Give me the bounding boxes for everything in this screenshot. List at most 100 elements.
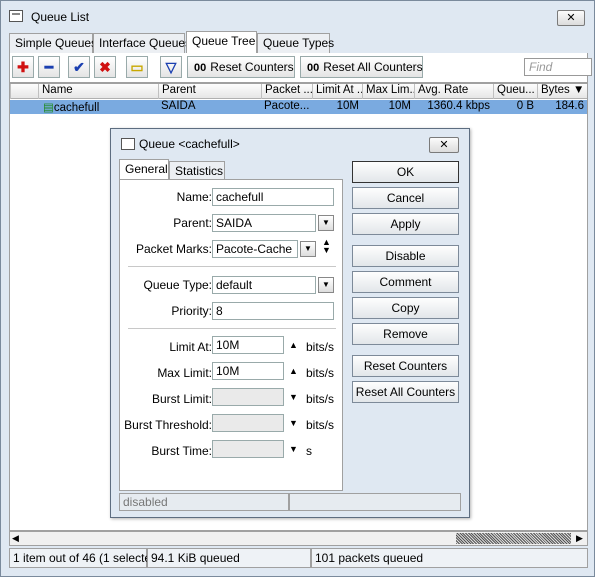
limit-at-label: Limit At: <box>169 340 212 354</box>
limit-at-expand-icon[interactable]: ▲ <box>289 340 298 350</box>
burst-time-label: Burst Time: <box>151 444 212 458</box>
column-bytes[interactable]: Bytes ▼ <box>537 84 587 99</box>
ok-button[interactable]: OK <box>352 161 459 183</box>
table-row[interactable]: ▤cachefull SAIDA Pacote... 10M 10M 1360.… <box>10 100 587 114</box>
burst-limit-expand-icon[interactable]: ▼ <box>289 392 298 402</box>
max-limit-label: Max Limit: <box>157 366 212 380</box>
row-parent: SAIDA <box>161 100 196 112</box>
table-header: Name Parent Packet ... Limit At ... Max … <box>10 84 587 99</box>
row-max-limit: 10M <box>388 100 411 112</box>
limit-at-unit: bits/s <box>306 340 335 354</box>
close-button[interactable]: ✕ <box>557 10 585 26</box>
status-count: 1 item out of 46 (1 selected) <box>9 548 162 568</box>
burst-limit-unit: bits/s <box>306 392 335 406</box>
enable-icon[interactable]: ✔ <box>68 56 90 78</box>
dialog-icon <box>121 138 135 150</box>
column-max-limit[interactable]: Max Lim... <box>362 84 414 99</box>
burst-limit-label: Burst Limit: <box>151 392 212 406</box>
parent-dropdown-icon[interactable]: ▼ <box>318 215 334 231</box>
horizontal-scrollbar[interactable]: ◀ ▶ <box>9 531 588 546</box>
scroll-thumb[interactable] <box>456 533 571 544</box>
reset-counters-label: Reset Counters <box>210 60 294 74</box>
burst-limit-field[interactable] <box>212 388 284 406</box>
remove-button[interactable]: Remove <box>352 323 459 345</box>
burst-threshold-expand-icon[interactable]: ▼ <box>289 418 298 428</box>
tab-queue-tree[interactable]: Queue Tree <box>186 31 257 53</box>
name-label: Name: <box>176 190 212 204</box>
column-parent[interactable]: Parent <box>158 84 261 99</box>
burst-threshold-label: Burst Threshold: <box>124 418 212 432</box>
row-queued: 0 B <box>516 100 534 112</box>
queue-dialog: Queue <cachefull> ✕ General Statistics N… <box>110 128 470 518</box>
queue-icon: ▤ <box>43 102 54 114</box>
window-title: Queue List <box>31 10 90 24</box>
burst-time-unit: s <box>306 444 312 458</box>
scroll-left-icon[interactable]: ◀ <box>12 533 19 544</box>
max-limit-unit: bits/s <box>306 366 335 380</box>
packet-marks-updown-icon[interactable]: ▲ ▼ <box>322 238 331 255</box>
title-bar[interactable]: Queue List ✕ <box>1 1 594 33</box>
column-limit-at[interactable]: Limit At ... <box>312 84 362 99</box>
priority-label: Priority: <box>171 304 212 318</box>
packet-marks-label: Packet Marks: <box>135 242 212 256</box>
column-avg-rate[interactable]: Avg. Rate <box>414 84 493 99</box>
divider <box>128 328 336 329</box>
scroll-right-icon[interactable]: ▶ <box>576 533 583 544</box>
dialog-status-extra <box>289 493 461 511</box>
max-limit-field[interactable]: 10M <box>212 362 284 380</box>
tab-statistics[interactable]: Statistics <box>169 161 225 179</box>
row-bytes: 184.6 <box>555 100 584 112</box>
parent-label: Parent: <box>173 216 212 230</box>
packet-marks-select[interactable]: Pacote-Cache <box>212 240 298 258</box>
column-packet-marks[interactable]: Packet ... <box>261 84 312 99</box>
add-icon[interactable]: ✚ <box>12 56 34 78</box>
cancel-button[interactable]: Cancel <box>352 187 459 209</box>
row-packet-marks: Pacote... <box>264 100 310 112</box>
find-input[interactable]: Find <box>524 58 592 76</box>
dialog-title: Queue <cachefull> <box>139 137 240 151</box>
comment-icon[interactable]: ▭ <box>126 56 148 78</box>
dialog-close-button[interactable]: ✕ <box>429 137 459 153</box>
filter-icon[interactable]: ▽ <box>160 56 182 78</box>
name-field[interactable]: cachefull <box>212 188 334 206</box>
burst-time-field[interactable] <box>212 440 284 458</box>
burst-threshold-unit: bits/s <box>306 418 335 432</box>
disable-icon[interactable]: ✖ <box>94 56 116 78</box>
tab-general[interactable]: General <box>119 159 169 179</box>
comment-button[interactable]: Comment <box>352 271 459 293</box>
parent-select[interactable]: SAIDA <box>212 214 316 232</box>
copy-button[interactable]: Copy <box>352 297 459 319</box>
packet-marks-dropdown-icon[interactable]: ▼ <box>300 241 316 257</box>
reset-counters-button[interactable]: 00 Reset Counters <box>187 56 295 78</box>
status-queued-packets: 101 packets queued <box>311 548 588 568</box>
reset-all-counters-button[interactable]: Reset All Counters <box>352 381 459 403</box>
tab-simple-queues[interactable]: Simple Queues <box>9 33 97 53</box>
window-icon <box>9 10 23 22</box>
divider <box>128 266 336 267</box>
queue-type-dropdown-icon[interactable]: ▼ <box>318 277 334 293</box>
queue-type-select[interactable]: default <box>212 276 316 294</box>
status-bar: 1 item out of 46 (1 selected) 94.1 KiB q… <box>9 548 588 568</box>
remove-icon[interactable]: ━ <box>38 56 60 78</box>
limit-at-field[interactable]: 10M <box>212 336 284 354</box>
apply-button[interactable]: Apply <box>352 213 459 235</box>
burst-threshold-field[interactable] <box>212 414 284 432</box>
disable-button[interactable]: Disable <box>352 245 459 267</box>
tab-interface-queues[interactable]: Interface Queues <box>93 33 191 53</box>
priority-field[interactable]: 8 <box>212 302 334 320</box>
column-marker <box>10 84 38 99</box>
reset-all-counters-button[interactable]: 00 Reset All Counters <box>300 56 423 78</box>
burst-time-expand-icon[interactable]: ▼ <box>289 444 298 454</box>
dialog-status-disabled: disabled <box>119 493 289 511</box>
row-name: ▤cachefull <box>43 102 100 114</box>
toolbar: ✚ ━ ✔ ✖ ▭ ▽ 00 Reset Counters 00 Reset All… <box>9 53 592 83</box>
max-limit-expand-icon[interactable]: ▲ <box>289 366 298 376</box>
status-queued-bytes: 94.1 KiB queued <box>147 548 311 568</box>
row-limit-at: 10M <box>336 100 359 112</box>
reset-counters-button[interactable]: Reset Counters <box>352 355 459 377</box>
tab-queue-types[interactable]: Queue Types <box>257 33 334 53</box>
row-avg-rate: 1360.4 kbps <box>427 100 490 112</box>
column-queued[interactable]: Queu... <box>493 84 537 99</box>
column-name[interactable]: Name <box>38 84 158 99</box>
general-pane: Name: cachefull Parent: SAIDA ▼ Packet M… <box>119 179 343 491</box>
